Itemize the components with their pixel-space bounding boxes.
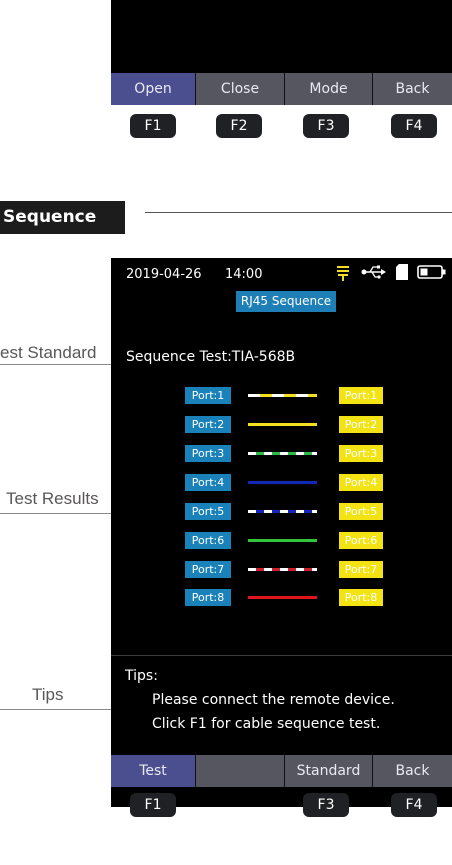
tips-line-2: Click F1 for cable sequence test. [152, 716, 381, 732]
wire-1 [248, 394, 317, 397]
f2-key[interactable]: F2 [216, 114, 262, 138]
callout-tips: Tips [32, 685, 64, 704]
tips-line-1: Please connect the remote device. [152, 692, 395, 708]
port-left-8: Port:8 [185, 589, 231, 606]
wire-2 [248, 423, 317, 426]
wire-6 [248, 539, 317, 542]
wire-7 [248, 568, 317, 571]
back-softkey-bottom[interactable]: Back [373, 755, 452, 787]
port-right-4: Port:4 [339, 474, 383, 491]
section-title: Sequence [0, 201, 125, 234]
f1-key[interactable]: F1 [130, 114, 176, 138]
f1-key-bottom[interactable]: F1 [130, 793, 176, 817]
callout-line-standard [0, 364, 119, 365]
usb-icon [361, 264, 387, 280]
callout-line-tips [0, 709, 119, 710]
close-softkey[interactable]: Close [196, 73, 285, 105]
test-softkey[interactable]: Test [111, 755, 196, 787]
status-date: 2019-04-26 [126, 267, 202, 282]
page-title: RJ45 Sequence [236, 291, 336, 312]
bottom-softkey-bar: Test Standard Back [111, 755, 452, 787]
wire-4 [248, 481, 317, 484]
light-bulb-icon [336, 264, 350, 282]
port-left-2: Port:2 [185, 416, 231, 433]
port-right-7: Port:7 [339, 561, 383, 578]
port-right-8: Port:8 [339, 589, 383, 606]
port-right-1: Port:1 [339, 387, 383, 404]
wire-5 [248, 510, 317, 513]
standard-value: TIA-568B [231, 349, 296, 365]
open-softkey[interactable]: Open [111, 73, 196, 105]
f3-key[interactable]: F3 [303, 114, 349, 138]
top-screen [111, 0, 452, 77]
f4-key-bottom[interactable]: F4 [391, 793, 437, 817]
top-softkey-bar: Open Close Mode Back [111, 73, 452, 105]
battery-icon [417, 265, 447, 279]
wire-8 [248, 596, 317, 599]
port-right-6: Port:6 [339, 532, 383, 549]
callout-line-results [0, 513, 119, 514]
callout-test-standard: est Standard [0, 343, 97, 362]
section-divider [145, 212, 452, 213]
port-left-1: Port:1 [185, 387, 231, 404]
standard-label: Sequence Test: [126, 349, 232, 365]
port-right-5: Port:5 [339, 503, 383, 520]
sd-card-icon [396, 264, 408, 280]
f4-key[interactable]: F4 [391, 114, 437, 138]
standard-softkey[interactable]: Standard [285, 755, 373, 787]
f3-key-bottom[interactable]: F3 [303, 793, 349, 817]
sequence-standard: Sequence Test:TIA-568B [126, 349, 295, 365]
mode-softkey[interactable]: Mode [285, 73, 373, 105]
tips-title: Tips: [125, 668, 158, 684]
port-left-7: Port:7 [185, 561, 231, 578]
port-left-5: Port:5 [185, 503, 231, 520]
empty-softkey[interactable] [196, 755, 285, 787]
port-left-4: Port:4 [185, 474, 231, 491]
port-right-2: Port:2 [339, 416, 383, 433]
port-left-6: Port:6 [185, 532, 231, 549]
port-right-3: Port:3 [339, 445, 383, 462]
wire-3 [248, 452, 317, 455]
tips-divider [111, 655, 452, 656]
callout-test-results: Test Results [6, 489, 99, 508]
status-time: 14:00 [225, 267, 263, 282]
device-screen: 2019-04-26 14:00 RJ45 Sequence Sequence … [111, 258, 452, 807]
port-left-3: Port:3 [185, 445, 231, 462]
back-softkey[interactable]: Back [373, 73, 452, 105]
